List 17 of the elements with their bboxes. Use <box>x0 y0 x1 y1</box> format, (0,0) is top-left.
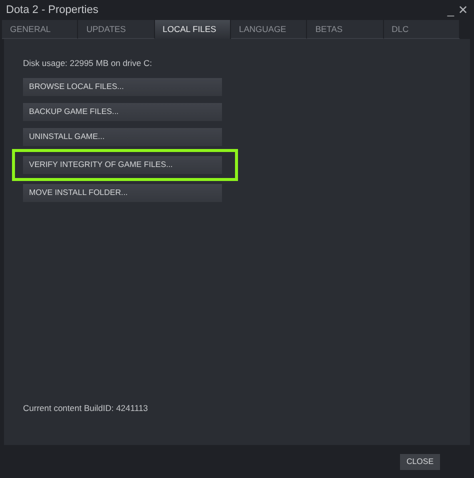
tab[interactable]: LOCAL FILES <box>154 20 231 39</box>
build-id-text: Current content BuildID: 4241113 <box>23 402 149 415</box>
action-button[interactable]: BROWSE LOCAL FILES... <box>23 78 222 96</box>
tab[interactable]: LANGUAGE <box>230 20 308 39</box>
tab[interactable]: BETAS <box>307 20 384 39</box>
minimize-button[interactable]: _ <box>447 4 454 16</box>
action-button[interactable]: MOVE INSTALL FOLDER... <box>23 184 222 202</box>
disk-usage-text: Disk usage: 22995 MB on drive C: <box>23 57 153 70</box>
action-button[interactable]: VERIFY INTEGRITY OF GAME FILES... <box>23 156 222 174</box>
action-button[interactable]: UNINSTALL GAME... <box>23 128 222 146</box>
window-title: Dota 2 - Properties <box>6 2 98 18</box>
tab[interactable]: DLC <box>384 20 460 39</box>
tab[interactable]: UPDATES <box>78 20 155 39</box>
close-button[interactable]: CLOSE <box>400 454 440 470</box>
close-button[interactable]: ✕ <box>458 4 468 16</box>
action-button[interactable]: BACKUP GAME FILES... <box>23 102 222 121</box>
tab[interactable]: GENERAL <box>2 20 78 39</box>
